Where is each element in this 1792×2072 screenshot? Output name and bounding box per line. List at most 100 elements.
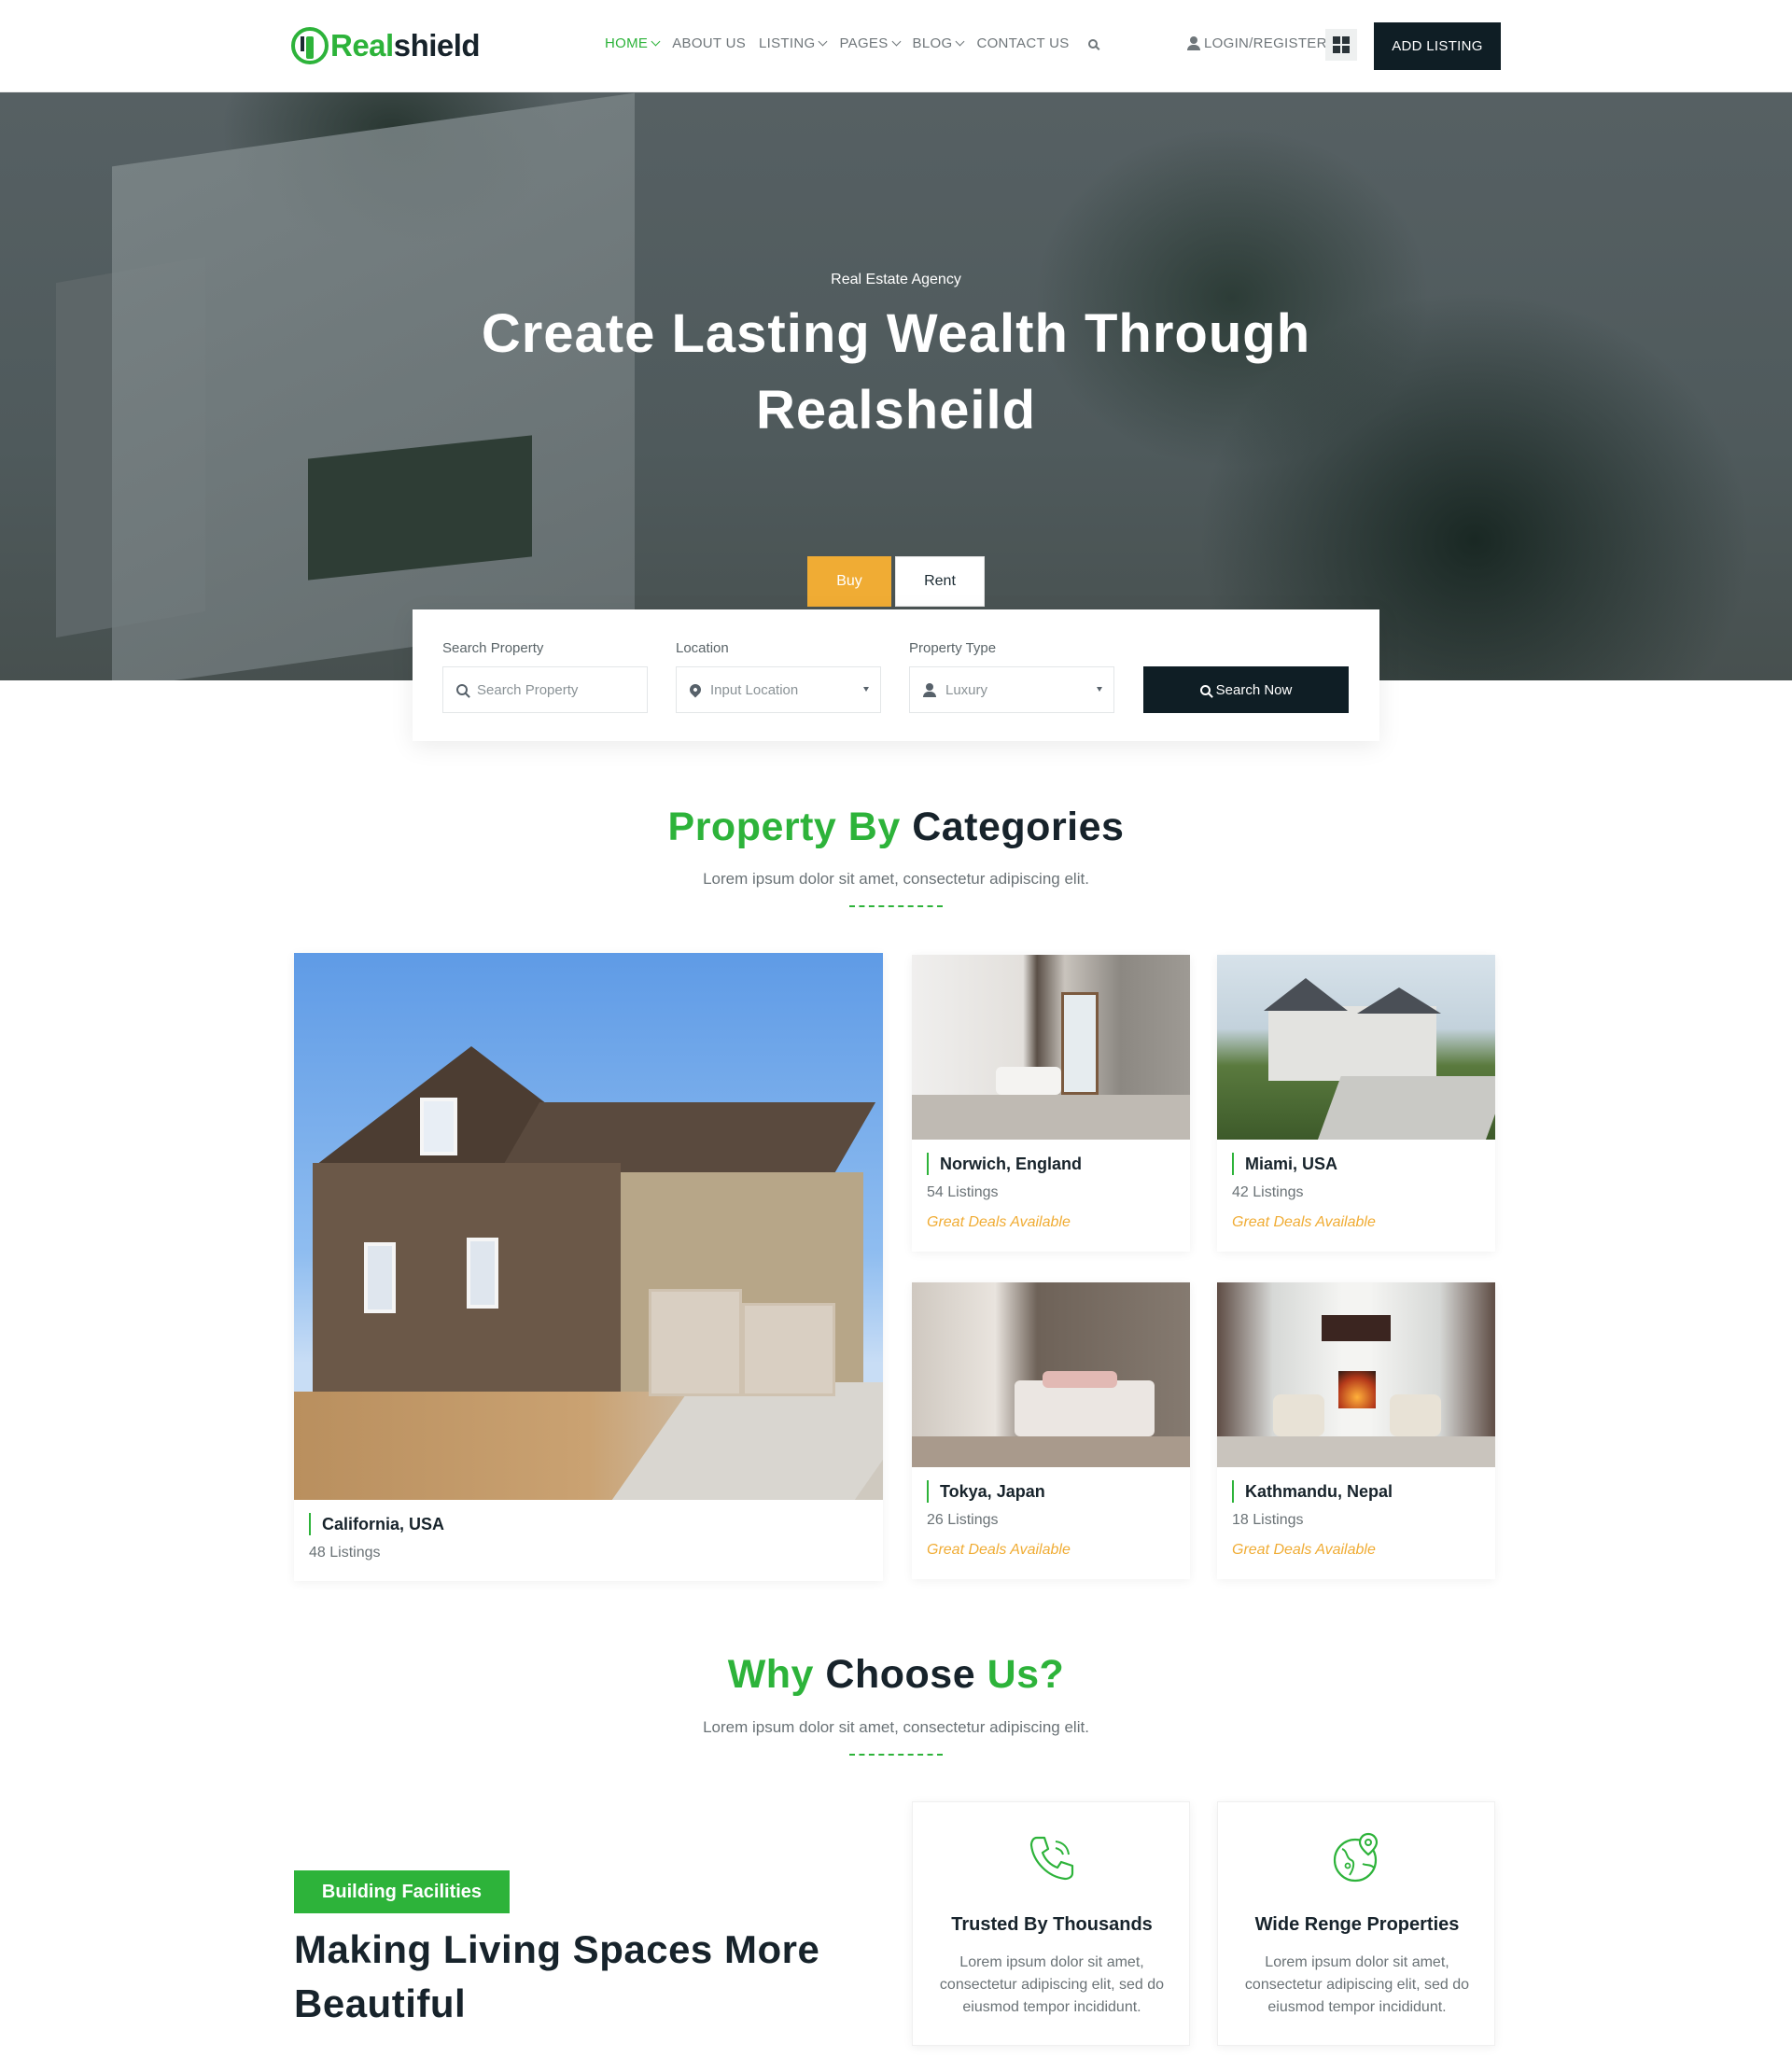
chair-shape — [1273, 1394, 1324, 1436]
search-now-button[interactable]: Search Now — [1143, 666, 1349, 713]
tv-shape — [1322, 1315, 1391, 1341]
grid-cell — [1333, 46, 1340, 53]
hero-subtitle: Real Estate Agency — [831, 272, 961, 287]
grid-menu-button[interactable] — [1325, 29, 1357, 61]
category-card-california[interactable]: California, USA 48 Listings — [294, 953, 883, 1581]
user-icon — [923, 682, 936, 697]
category-count: 26 Listings — [927, 1512, 999, 1528]
location-select[interactable]: Input Location — [676, 666, 881, 713]
category-count: 54 Listings — [927, 1184, 999, 1200]
category-name: Norwich, England — [927, 1153, 1082, 1175]
categories-title: Property By Categories — [667, 805, 1125, 849]
why-choose-subtitle: Lorem ipsum dolor sit amet, consectetur … — [703, 1718, 1089, 1736]
location-pin-icon — [687, 681, 704, 698]
window-shape — [420, 1098, 457, 1155]
feature-card-wide-range[interactable]: Wide Renge Properties Lorem ipsum dolor … — [1217, 1801, 1495, 2046]
feature-title: Wide Renge Properties — [1254, 1914, 1460, 1935]
floor-shape — [912, 1436, 1190, 1467]
feature-card-trusted[interactable]: Trusted By Thousands Lorem ipsum dolor s… — [912, 1801, 1190, 2046]
nav-contact-us[interactable]: CONTACT US — [976, 35, 1069, 51]
category-deal: Great Deals Available — [927, 1214, 1071, 1230]
window-shape — [467, 1238, 498, 1309]
search-property-label: Search Property — [442, 640, 544, 656]
caret-down-icon — [863, 687, 869, 692]
category-count: 48 Listings — [309, 1545, 381, 1561]
property-type-label: Property Type — [909, 640, 997, 656]
login-register-link[interactable]: LOGIN/REGISTER — [1187, 35, 1327, 51]
category-image — [294, 953, 883, 1500]
category-card-kathmandu[interactable]: Kathmandu, Nepal 18 Listings Great Deals… — [1217, 1282, 1495, 1579]
interior-photo — [912, 955, 1190, 1140]
category-image — [912, 1282, 1190, 1467]
site-logo[interactable]: Realshield — [291, 25, 481, 66]
window-shape — [364, 1242, 396, 1313]
category-deal: Great Deals Available — [1232, 1214, 1376, 1230]
building-facilities-badge: Building Facilities — [294, 1870, 510, 1913]
search-icon — [1199, 684, 1211, 695]
grid-cell — [1333, 36, 1340, 44]
site-header: Realshield HOME ABOUT US LISTING PAGES B… — [0, 0, 1792, 92]
floor-shape — [1217, 1436, 1495, 1467]
feature-description: Lorem ipsum dolor sit amet, consectetur … — [1244, 1954, 1470, 2015]
chevron-down-icon — [651, 36, 661, 46]
category-count: 18 Listings — [1232, 1512, 1304, 1528]
category-name: Tokya, Japan — [927, 1480, 1045, 1503]
bedroom-photo — [912, 1282, 1190, 1467]
category-deal: Great Deals Available — [927, 1542, 1071, 1558]
tab-buy[interactable]: Buy — [807, 556, 891, 607]
fireplace-shape — [1338, 1371, 1376, 1408]
category-count: 42 Listings — [1232, 1184, 1304, 1200]
nav-about-us[interactable]: ABOUT US — [672, 35, 746, 51]
driveway-shape — [1317, 1076, 1495, 1140]
globe-location-icon — [1333, 1832, 1379, 1883]
category-name: Miami, USA — [1232, 1153, 1337, 1175]
search-icon[interactable] — [1087, 38, 1098, 49]
category-image — [1217, 1282, 1495, 1467]
house-shape — [1268, 1006, 1436, 1081]
section-divider — [849, 905, 943, 907]
nav-home[interactable]: HOME — [605, 35, 661, 51]
roof-shape — [1357, 987, 1441, 1014]
grid-cell — [1342, 46, 1350, 53]
category-card-tokya[interactable]: Tokya, Japan 26 Listings Great Deals Ava… — [912, 1282, 1190, 1579]
roof-shape — [1264, 978, 1348, 1011]
tab-rent[interactable]: Rent — [895, 556, 985, 607]
chevron-down-icon — [891, 36, 901, 46]
add-listing-button[interactable]: ADD LISTING — [1374, 22, 1501, 70]
location-label: Location — [676, 640, 729, 656]
caret-down-icon — [1097, 687, 1102, 692]
category-name: California, USA — [309, 1513, 444, 1535]
pillow-shape — [1043, 1371, 1117, 1388]
why-choose-title: Why Choose Us? — [727, 1652, 1065, 1697]
house-photo — [294, 953, 883, 1500]
garage-door-shape — [649, 1289, 742, 1396]
chevron-down-icon — [819, 36, 828, 46]
nav-blog[interactable]: BLOG — [913, 35, 965, 51]
category-image — [1217, 955, 1495, 1140]
category-name: Kathmandu, Nepal — [1232, 1480, 1393, 1503]
house-exterior-photo — [1217, 955, 1495, 1140]
hero-building-window — [308, 435, 532, 581]
grid-cell — [1342, 36, 1350, 44]
main-nav: HOME ABOUT US LISTING PAGES BLOG CONTACT… — [605, 35, 1098, 51]
chevron-down-icon — [955, 36, 965, 46]
sofa-shape — [996, 1067, 1061, 1095]
feature-title: Trusted By Thousands — [951, 1914, 1153, 1935]
logo-icon — [291, 27, 329, 64]
phone-icon — [1029, 1836, 1074, 1881]
nav-listing[interactable]: LISTING — [759, 35, 828, 51]
logo-text: Realshield — [330, 28, 481, 63]
category-card-norwich[interactable]: Norwich, England 54 Listings Great Deals… — [912, 955, 1190, 1252]
property-search-form: Search Property Search Property Location… — [413, 609, 1379, 741]
search-icon — [456, 684, 468, 695]
section-divider — [849, 1754, 943, 1756]
search-property-input[interactable]: Search Property — [442, 666, 648, 713]
bed-shape — [1015, 1380, 1155, 1436]
category-card-miami[interactable]: Miami, USA 42 Listings Great Deals Avail… — [1217, 955, 1495, 1252]
door-shape — [1061, 992, 1099, 1095]
living-room-photo — [1217, 1282, 1495, 1467]
garage-door-shape — [742, 1303, 835, 1396]
property-type-select[interactable]: Luxury — [909, 666, 1114, 713]
floor-shape — [912, 1095, 1190, 1140]
nav-pages[interactable]: PAGES — [839, 35, 901, 51]
